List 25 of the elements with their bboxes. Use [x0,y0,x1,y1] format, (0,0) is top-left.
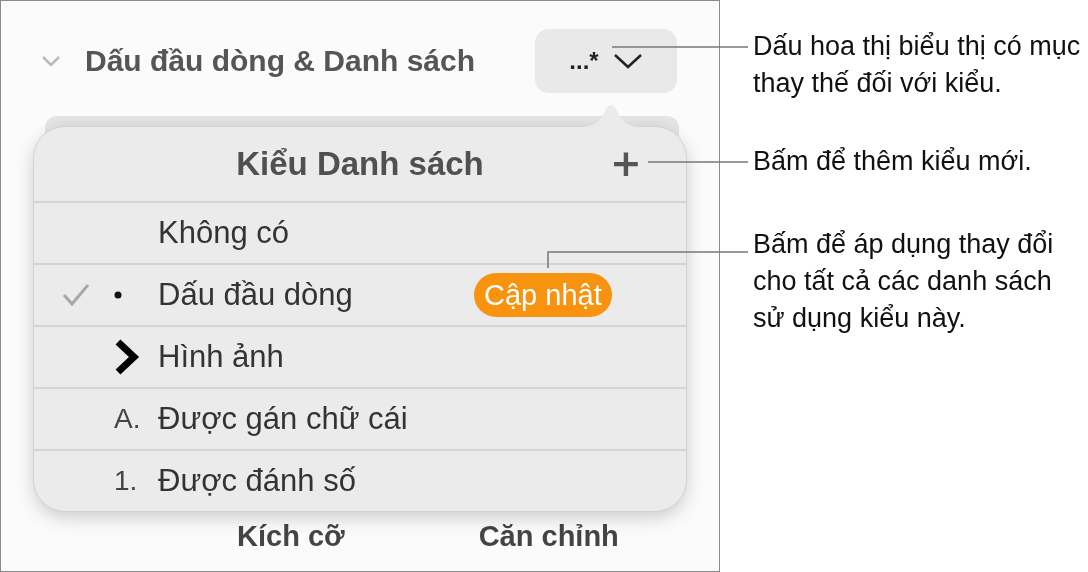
list-style-label: Được gán chữ cái [158,401,409,437]
tab-label[interactable]: Căn chỉnh [478,520,619,553]
callout-text: Bấm để thêm kiểu mới. [753,145,1033,178]
list-style-row[interactable]: A. Được gán chữ cái [34,387,686,449]
list-style-row[interactable]: Hình ảnh [34,325,686,387]
callout-text: Dấu hoa thị biểu thị có mục thay thế đối với kiểu. [753,30,1082,100]
tab-label[interactable]: Kích cỡ [237,520,345,553]
list-marker: 1. [114,465,138,497]
chevron-down-icon[interactable] [41,55,61,67]
list-marker: A. [114,403,141,435]
callout-text: Bấm để áp dụng thay đổi cho tất cả các danh sách sử dụng kiểu này. [753,228,1055,335]
add-style-button[interactable]: + [608,145,644,181]
chevron-down-icon [612,53,643,69]
list-style-label: Được đánh số [158,463,357,499]
chevron-icon [114,339,140,375]
list-style-label: Hình ảnh [158,339,285,375]
popover-title: Kiểu Danh sách [236,145,484,183]
section-title: Dấu đầu dòng & Danh sách [85,44,477,78]
list-style-button[interactable]: ...* [535,29,677,93]
list-style-row[interactable]: 1. Được đánh số [34,449,686,511]
list-style-label: Không có [158,215,290,251]
list-style-label: Dấu đầu dòng [158,277,354,313]
bullet-icon [114,291,122,299]
list-style-row[interactable]: Dấu đầu dòng Cập nhật [34,263,686,325]
list-style-row[interactable]: Không có [34,203,686,263]
